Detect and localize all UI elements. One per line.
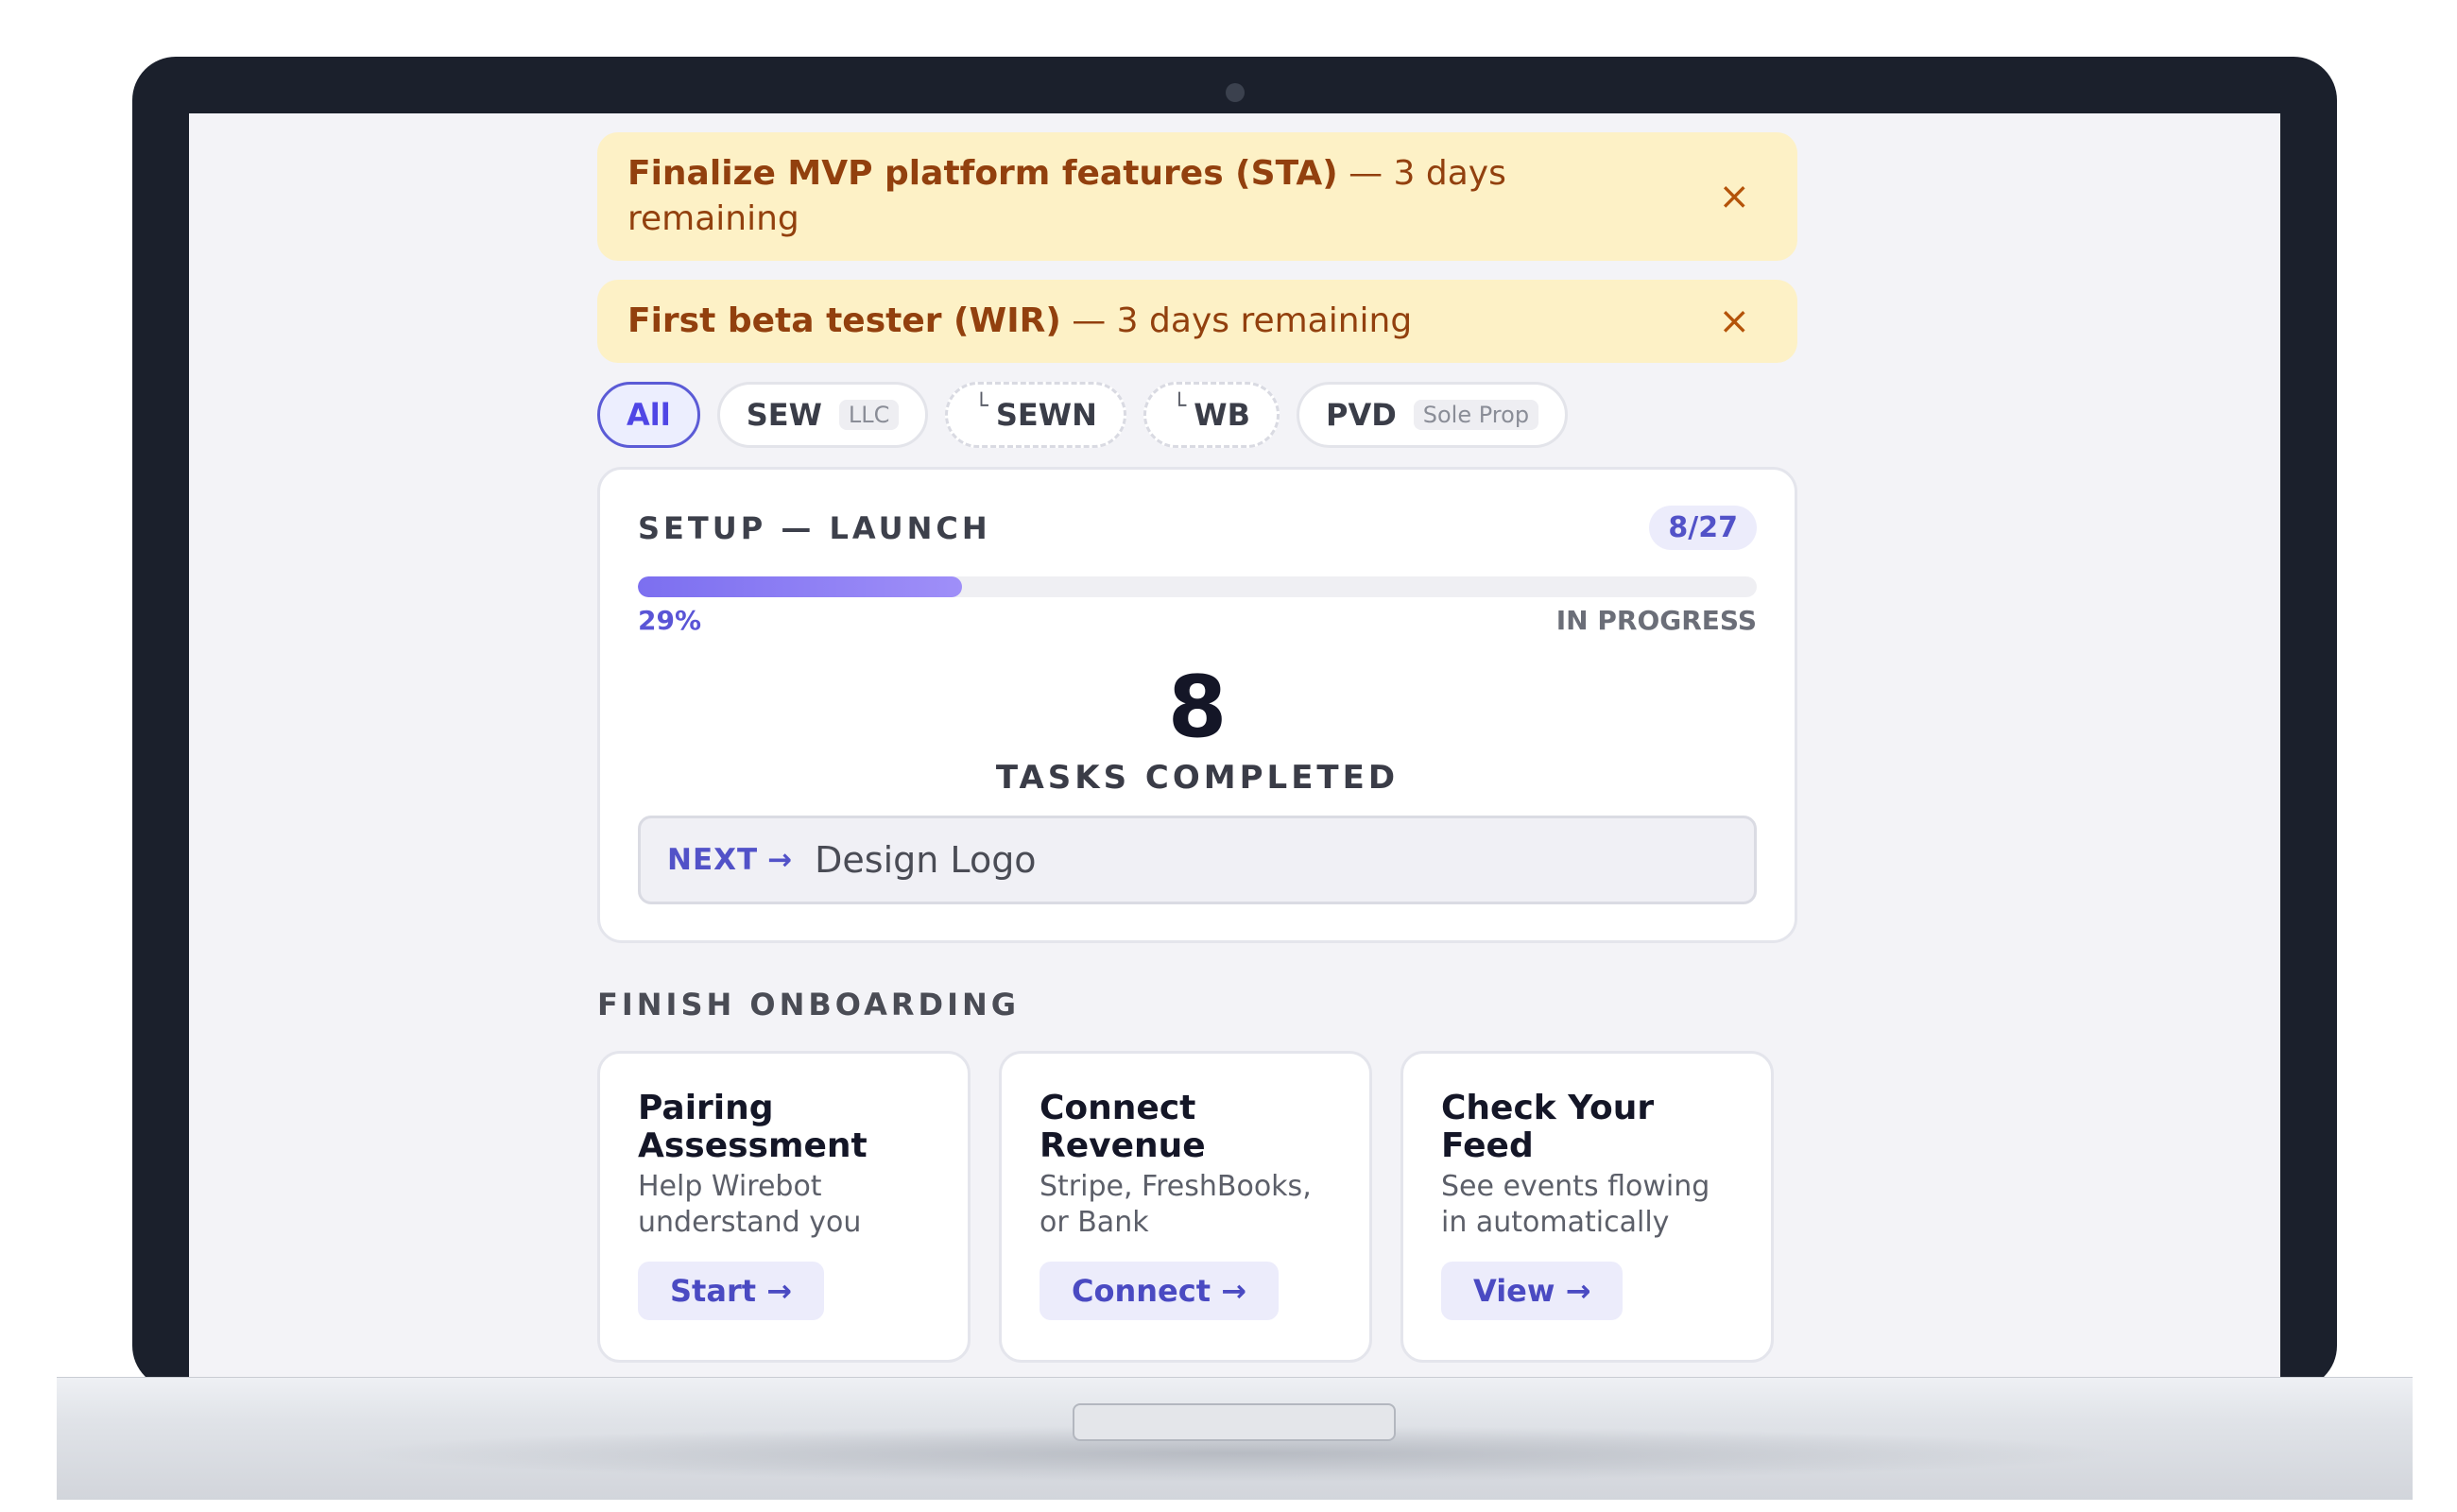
filter-chip-pvd[interactable]: PVD Sole Prop	[1296, 382, 1569, 448]
progress-labels: 29% IN PROGRESS	[638, 605, 1757, 636]
alert-title: Finalize MVP platform features (STA)	[627, 154, 1338, 193]
child-indent-icon: └	[974, 392, 988, 419]
next-task-name: Design Logo	[815, 839, 1037, 881]
chip-label: SEW	[746, 397, 822, 433]
filter-chip-sewn[interactable]: └ SEWN	[945, 382, 1126, 448]
progress-percent: 29%	[638, 605, 702, 636]
progress-card-header: SETUP — LAUNCH 8/27	[638, 506, 1757, 550]
content-column: Finalize MVP platform features (STA) — 3…	[597, 132, 1797, 1363]
onboarding-card-title: Connect Revenue	[1040, 1089, 1206, 1165]
onboarding-card-desc: See events flowing in automatically	[1441, 1170, 1710, 1239]
onboarding-card-revenue: Connect Revenue Stripe, FreshBooks, or B…	[999, 1051, 1372, 1363]
view-button[interactable]: View →	[1441, 1262, 1624, 1320]
connect-button[interactable]: Connect →	[1040, 1262, 1279, 1320]
alert-suffix: — 3 days remaining	[1072, 301, 1413, 340]
chip-label: WB	[1194, 397, 1250, 433]
onboarding-card-title: Check Your Feed	[1441, 1089, 1655, 1165]
filter-chip-sew[interactable]: SEW LLC	[716, 382, 929, 448]
entity-filter-bar: All SEW LLC └ SEWN └ WB PVD Sole Prop	[597, 382, 1797, 448]
chip-label: All	[627, 397, 671, 433]
progress-bar-fill	[638, 576, 963, 597]
close-icon[interactable]: ×	[1718, 299, 1750, 344]
onboarding-card-desc: Help Wirebot understand you	[638, 1170, 862, 1239]
alert-title: First beta tester (WIR)	[627, 301, 1061, 340]
deadline-alert: First beta tester (WIR) — 3 days remaini…	[597, 280, 1797, 363]
chip-label: PVD	[1325, 397, 1397, 433]
task-count-badge: 8/27	[1649, 506, 1757, 550]
onboarding-section-title: FINISH ONBOARDING	[597, 987, 1021, 1022]
app-screen: Finalize MVP platform features (STA) — 3…	[189, 113, 2280, 1384]
child-indent-icon: └	[1172, 392, 1187, 419]
next-task[interactable]: NEXT → Design Logo	[638, 816, 1757, 904]
onboarding-card-pairing: Pairing Assessment Help Wirebot understa…	[597, 1051, 971, 1363]
progress-status: IN PROGRESS	[1555, 605, 1757, 636]
deadline-alert: Finalize MVP platform features (STA) — 3…	[597, 132, 1797, 261]
close-icon[interactable]: ×	[1718, 174, 1750, 219]
onboarding-card-desc: Stripe, FreshBooks, or Bank	[1040, 1170, 1312, 1239]
tasks-completed-count: 8	[1167, 658, 1228, 757]
tasks-completed-label: TASKS COMPLETED	[995, 759, 1400, 797]
stage-title: SETUP — LAUNCH	[638, 509, 991, 546]
onboarding-cards: Pairing Assessment Help Wirebot understa…	[597, 1051, 1797, 1363]
filter-chip-wb[interactable]: └ WB	[1143, 382, 1280, 448]
progress-card: SETUP — LAUNCH 8/27 29% IN PROGRESS 8 TA…	[597, 467, 1797, 943]
progress-bar	[638, 576, 1757, 597]
onboarding-card-title: Pairing Assessment	[638, 1089, 868, 1165]
entity-type-badge: Sole Prop	[1413, 400, 1539, 430]
webcam-dot	[1226, 83, 1245, 102]
arrow-right-icon: →	[767, 843, 793, 877]
laptop-mockup: Finalize MVP platform features (STA) — 3…	[0, 0, 2457, 1512]
next-label: NEXT	[667, 843, 759, 877]
start-button[interactable]: Start →	[638, 1262, 824, 1320]
entity-type-badge: LLC	[838, 400, 900, 430]
chip-label: SEWN	[995, 397, 1097, 433]
onboarding-card-feed: Check Your Feed See events flowing in au…	[1400, 1051, 1774, 1363]
filter-chip-all[interactable]: All	[597, 382, 700, 448]
laptop-notch	[1073, 1403, 1396, 1441]
